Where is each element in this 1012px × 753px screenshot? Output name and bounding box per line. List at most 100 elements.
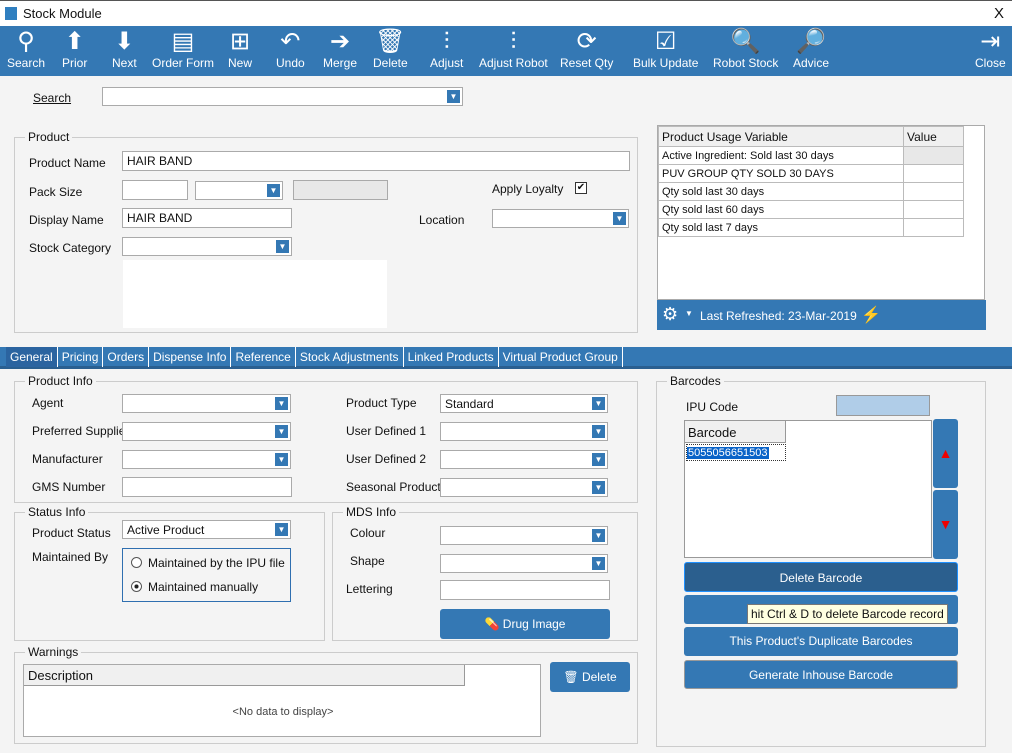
bulk-update-button[interactable]: ☑ Bulk Update [633, 26, 698, 76]
toolbar-label: Bulk Update [633, 56, 699, 70]
agent-dropdown[interactable] [122, 394, 291, 413]
arrow-down-circle-icon: ⬇ [114, 28, 135, 55]
duplicate-barcodes-button[interactable]: This Product's Duplicate Barcodes [684, 627, 958, 656]
tab-orders[interactable]: Orders [103, 347, 150, 367]
adjust-robot-button[interactable]: ⫶ Adjust Robot [479, 26, 548, 76]
manufacturer-dropdown[interactable] [122, 450, 291, 469]
trash-icon: 🗑 [375, 28, 406, 55]
advice-button[interactable]: 🔎 Advice [793, 26, 829, 76]
search-dropdown[interactable] [102, 87, 463, 106]
barcode-value[interactable]: 5055056651503 [687, 447, 769, 459]
toolbar-label: Adjust [430, 56, 464, 70]
barcode-row[interactable]: 5055056651503 [686, 444, 786, 461]
warnings-delete-button[interactable]: 🗑 Delete [550, 662, 630, 692]
next-button[interactable]: ⬇ Next [112, 26, 137, 76]
pack-size-input[interactable] [122, 180, 188, 200]
maintained-by-label: Maintained By [32, 550, 109, 564]
sliders-icon: ⫶ [443, 28, 450, 55]
tab-dispense-info[interactable]: Dispense Info [149, 347, 232, 367]
delete-button[interactable]: 🗑 Delete [373, 26, 408, 76]
tab-pricing[interactable]: Pricing [58, 347, 104, 367]
delete-barcode-button[interactable]: Delete Barcode [684, 562, 958, 592]
stock-category-label: Stock Category [29, 241, 112, 255]
merge-icon: ➔ [329, 28, 351, 55]
puv-row[interactable]: Qty sold last 60 days [658, 200, 964, 219]
product-status-dropdown[interactable]: Active Product [122, 520, 291, 539]
product-info-title: Product Info [25, 374, 96, 388]
chevron-down-icon[interactable]: ▼ [685, 309, 693, 318]
puv-row[interactable]: Qty sold last 7 days [658, 218, 964, 237]
shape-dropdown[interactable] [440, 554, 608, 573]
radio-ipu-file[interactable] [131, 557, 142, 568]
toolbar-label: Next [112, 56, 137, 70]
search-icon: ⚲ [17, 28, 35, 55]
pack-unit-dropdown[interactable] [195, 181, 283, 200]
puv-row[interactable]: Qty sold last 30 days [658, 182, 964, 201]
user-defined-2-dropdown[interactable] [440, 450, 608, 469]
mds-info-title: MDS Info [343, 505, 400, 519]
new-button[interactable]: ⊞ New [228, 26, 252, 76]
colour-dropdown[interactable] [440, 526, 608, 545]
search-button[interactable]: ⚲ Search [7, 26, 45, 76]
reset-qty-button[interactable]: ⟳ Reset Qty [560, 26, 613, 76]
puv-value [903, 164, 964, 183]
puv-variable: Active Ingredient: Sold last 30 days [658, 146, 904, 165]
stock-category-dropdown[interactable] [122, 237, 292, 256]
undo-button[interactable]: ↶ Undo [276, 26, 305, 76]
puv-value [903, 146, 964, 165]
supplier-dropdown[interactable] [122, 422, 291, 441]
drug-image-label: Drug Image [502, 617, 566, 631]
product-name-input[interactable]: HAIR BAND [122, 151, 630, 171]
barcode-header: Barcode [685, 421, 786, 443]
move-up-button[interactable]: ▲ [933, 419, 958, 488]
undo-icon: ↶ [280, 28, 301, 55]
checklist-icon: ☑ [654, 28, 677, 55]
gear-icon[interactable]: ⚙ [662, 304, 678, 325]
user-defined-1-dropdown[interactable] [440, 422, 608, 441]
drug-image-button[interactable]: 💊 Drug Image [440, 609, 610, 639]
adjust-button[interactable]: ⫶ Adjust [430, 26, 463, 76]
tab-linked-products[interactable]: Linked Products [404, 347, 499, 367]
toolbar: ⚲ Search ⬆ Prior ⬇ Next ▤ Order Form ⊞ New ↶ Undo ➔ M… [0, 26, 1012, 76]
tab-stock-adjustments[interactable]: Stock Adjustments [296, 347, 404, 367]
puv-value [903, 200, 964, 219]
toolbar-label: Search [7, 56, 46, 70]
tab-general[interactable]: General [6, 347, 58, 367]
merge-button[interactable]: ➔ Merge [323, 26, 357, 76]
close-button[interactable]: ⇥ Close [975, 26, 1006, 76]
radio-ipu-file-label: Maintained by the IPU file [148, 556, 285, 570]
radio-manual[interactable] [131, 581, 142, 592]
puv-row[interactable]: PUV GROUP QTY SOLD 30 DAYS [658, 164, 964, 183]
toolbar-label: Prior [62, 56, 88, 70]
seasonal-dropdown[interactable] [440, 478, 608, 497]
lettering-input[interactable] [440, 580, 610, 600]
pack-size-label: Pack Size [29, 185, 83, 199]
display-name-input[interactable]: HAIR BAND [122, 208, 292, 228]
sliders-robot-icon: ⫶ [510, 28, 517, 55]
window-close-button[interactable]: X [994, 5, 1004, 22]
document-search-icon: 🔍 [730, 28, 761, 55]
toolbar-label: Undo [276, 56, 305, 70]
gms-input[interactable] [122, 477, 292, 497]
generate-inhouse-barcode-button[interactable]: Generate Inhouse Barcode [684, 660, 958, 689]
product-type-dropdown[interactable]: Standard [440, 394, 608, 413]
apply-loyalty-checkbox[interactable]: ✔ [575, 182, 587, 194]
tab-reference[interactable]: Reference [231, 347, 296, 367]
radio-manual-label: Maintained manually [148, 580, 259, 594]
tab-virtual-product-group[interactable]: Virtual Product Group [499, 347, 623, 367]
refresh-icon: ⟳ [576, 28, 597, 55]
ipu-code-input[interactable] [836, 395, 930, 416]
barcode-grid: Barcode 5055056651503 [684, 420, 932, 558]
toolbar-label: Merge [323, 56, 358, 70]
location-dropdown[interactable] [492, 209, 629, 228]
order-form-button[interactable]: ▤ Order Form [152, 26, 214, 76]
apply-loyalty-label: Apply Loyalty [492, 182, 564, 196]
refresh-icon[interactable]: ⚡ [861, 305, 881, 325]
toolbar-label: New [228, 56, 253, 70]
puv-row[interactable]: Active Ingredient: Sold last 30 days [658, 146, 964, 165]
move-down-button[interactable]: ▼ [933, 490, 958, 559]
gms-label: GMS Number [32, 480, 106, 494]
robot-stock-button[interactable]: 🔍 Robot Stock [713, 26, 778, 76]
prior-button[interactable]: ⬆ Prior [62, 26, 87, 76]
user-defined-1-label: User Defined 1 [346, 424, 427, 438]
